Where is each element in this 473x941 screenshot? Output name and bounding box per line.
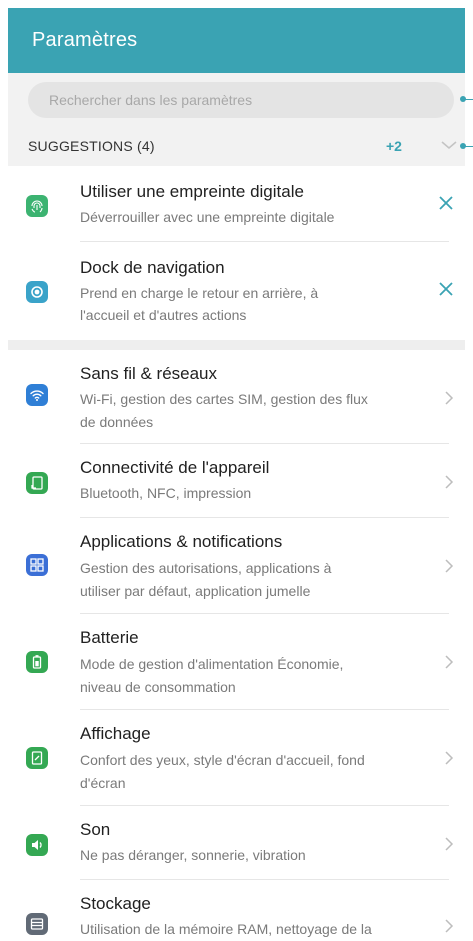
chevron-down-icon[interactable] xyxy=(440,138,458,152)
suggestions-more-count[interactable]: +2 xyxy=(386,138,402,154)
suggestions-title: SUGGESTIONS (4) xyxy=(28,138,155,154)
settings-item-subtitle-line1: Confort des yeux, style d'écran d'accuei… xyxy=(80,752,365,768)
dismiss-close-icon[interactable] xyxy=(436,279,456,299)
settings-item-subtitle-line2: niveau de consommation xyxy=(80,679,236,695)
settings-item-subtitle-line2: de données xyxy=(80,414,154,430)
settings-item-title: Sans fil & réseaux xyxy=(80,364,218,383)
suggestion-subtitle: Déverrouiller avec une empreinte digital… xyxy=(80,209,335,225)
chevron-right-icon xyxy=(445,559,454,573)
suggestion-title: Utiliser une empreinte digitale xyxy=(80,182,304,201)
chevron-right-icon xyxy=(445,751,454,765)
settings-item-subtitle-line1: Bluetooth, NFC, impression xyxy=(80,485,252,501)
suggestion-subtitle-line2: l'accueil et d'autres actions xyxy=(80,307,247,323)
search-area xyxy=(8,73,465,126)
settings-item-subtitle-line1: Wi-Fi, gestion des cartes SIM, gestion d… xyxy=(80,391,368,407)
settings-item-subtitle-line1: Gestion des autorisations, applications … xyxy=(80,560,332,576)
display-icon xyxy=(26,747,48,769)
suggestion-subtitle-line1: Prend en charge le retour en arrière, à xyxy=(80,285,319,301)
settings-item-applications[interactable]: Applications & notifications Gestion des… xyxy=(8,518,465,614)
annotation-pointer-dot xyxy=(460,143,466,149)
device-connectivity-icon xyxy=(26,472,48,494)
chevron-right-icon xyxy=(445,837,454,851)
suggestions-header: SUGGESTIONS (4) +2 xyxy=(8,126,465,166)
section-separator xyxy=(8,340,465,350)
settings-item-subtitle-line1: Mode de gestion d'alimentation Économie, xyxy=(80,656,344,672)
storage-icon xyxy=(26,913,48,935)
battery-icon xyxy=(26,651,48,673)
settings-item-wireless[interactable]: Sans fil & réseaux Wi-Fi, gestion des ca… xyxy=(8,350,465,444)
app-bar: Paramètres xyxy=(8,8,465,73)
wifi-icon xyxy=(26,384,48,406)
navigation-dock-icon xyxy=(26,281,48,303)
suggestion-fingerprint[interactable]: Utiliser une empreinte digitale Déverrou… xyxy=(8,166,465,242)
settings-item-subtitle-line1: Utilisation de la mémoire RAM, nettoyage… xyxy=(80,921,372,937)
speaker-icon xyxy=(26,834,48,856)
chevron-right-icon xyxy=(445,391,454,405)
fingerprint-icon xyxy=(26,195,48,217)
search-input[interactable] xyxy=(49,92,454,108)
settings-item-battery[interactable]: Batterie Mode de gestion d'alimentation … xyxy=(8,614,465,710)
suggestion-navigation-dock[interactable]: Dock de navigation Prend en charge le re… xyxy=(8,242,465,340)
settings-item-title: Affichage xyxy=(80,724,151,743)
apps-grid-icon xyxy=(26,554,48,576)
chevron-right-icon xyxy=(445,919,454,933)
annotation-pointer-dot xyxy=(460,96,466,102)
settings-item-display[interactable]: Affichage Confort des yeux, style d'écra… xyxy=(8,710,465,806)
page-title: Paramètres xyxy=(32,29,138,51)
search-box[interactable] xyxy=(28,82,454,118)
settings-item-device-connectivity[interactable]: Connectivité de l'appareil Bluetooth, NF… xyxy=(8,444,465,518)
settings-item-subtitle-line1: Ne pas déranger, sonnerie, vibration xyxy=(80,847,306,863)
dismiss-close-icon[interactable] xyxy=(436,193,456,213)
chevron-right-icon xyxy=(445,655,454,669)
settings-item-subtitle-line2: utiliser par défaut, application jumelle xyxy=(80,583,311,599)
settings-item-title: Son xyxy=(80,820,111,839)
suggestion-title: Dock de navigation xyxy=(80,258,225,277)
settings-item-sound[interactable]: Son Ne pas déranger, sonnerie, vibration xyxy=(8,806,465,880)
settings-item-title: Applications & notifications xyxy=(80,532,283,551)
settings-item-subtitle-line2: d'écran xyxy=(80,775,126,791)
settings-item-title: Stockage xyxy=(80,894,151,913)
settings-item-title: Batterie xyxy=(80,628,139,647)
chevron-right-icon xyxy=(445,475,454,489)
settings-item-title: Connectivité de l'appareil xyxy=(80,458,270,477)
settings-item-storage[interactable]: Stockage Utilisation de la mémoire RAM, … xyxy=(8,880,465,941)
